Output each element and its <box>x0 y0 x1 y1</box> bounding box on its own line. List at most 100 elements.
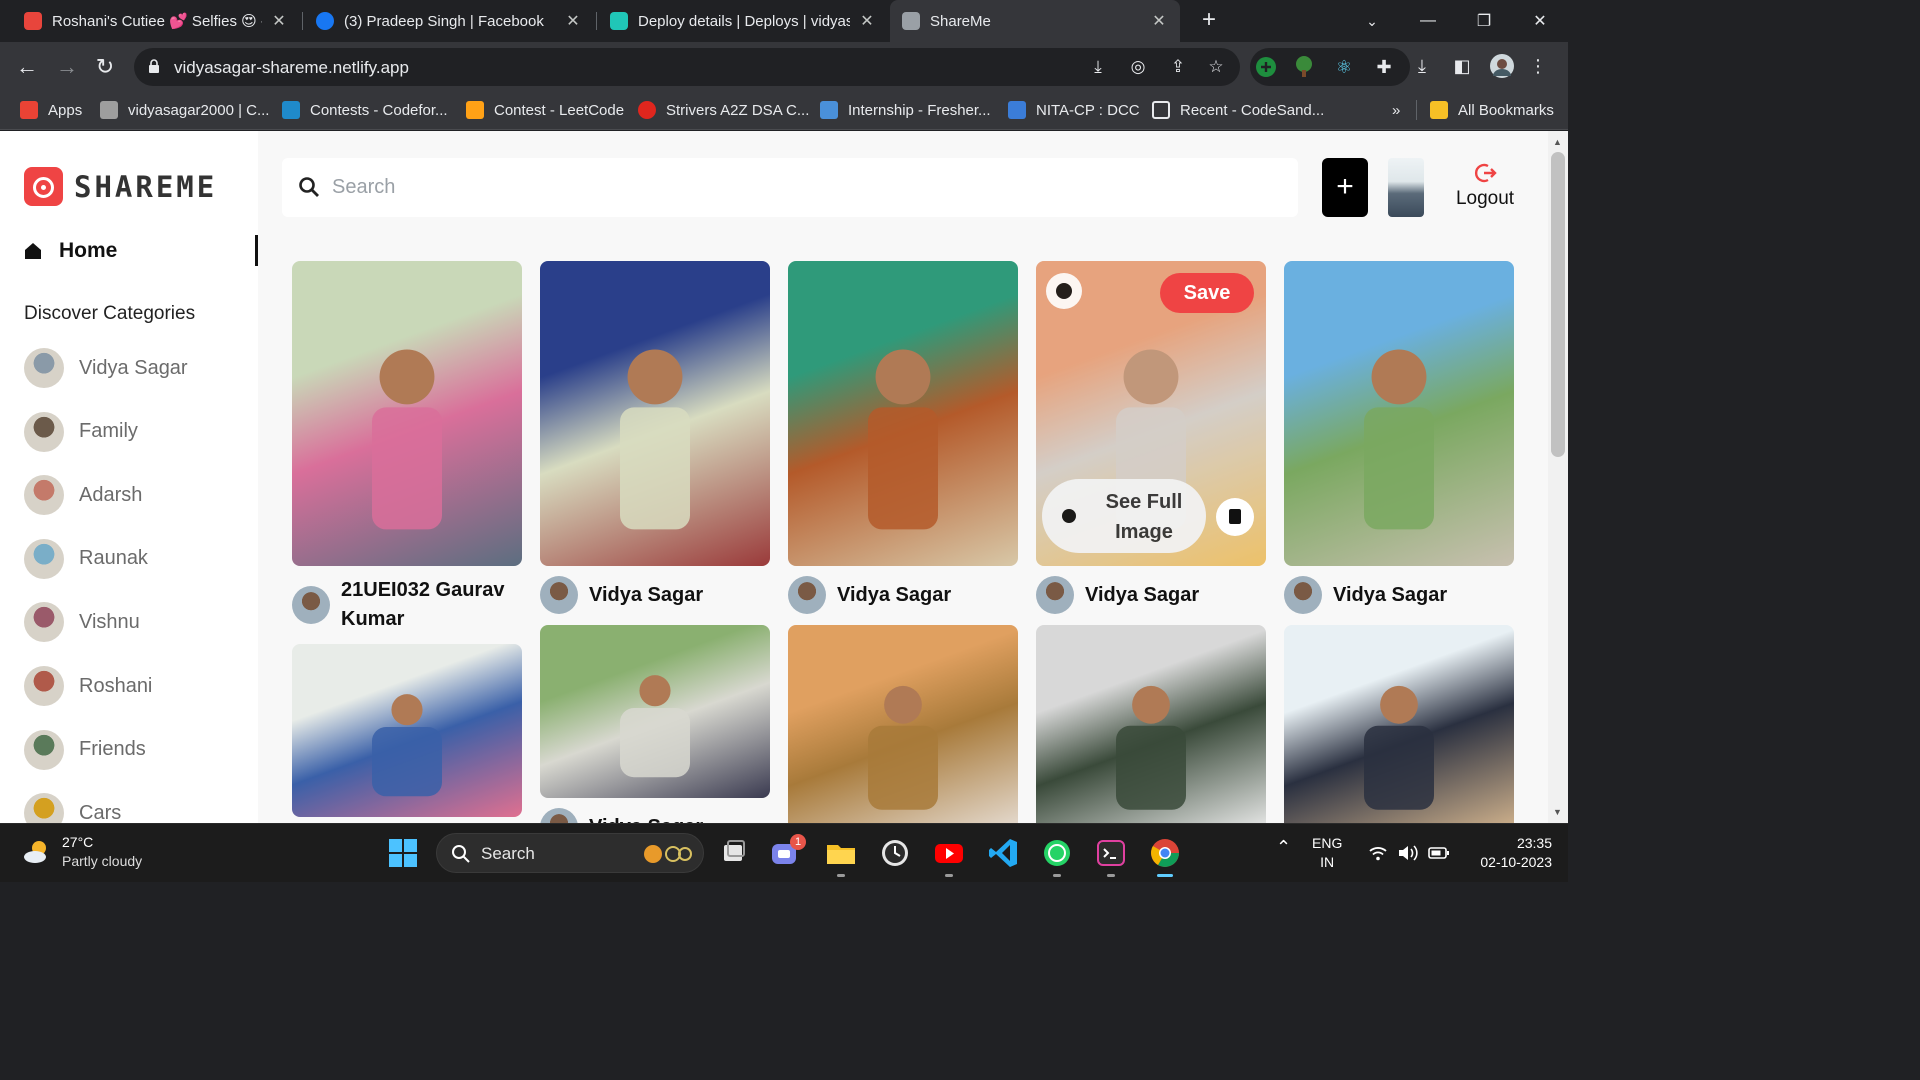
pin-author[interactable]: 21UEI032 Gaurav Kumar <box>292 576 522 634</box>
pin-card[interactable] <box>292 644 522 817</box>
scroll-down-icon[interactable]: ▼ <box>1553 807 1562 817</box>
delete-icon[interactable] <box>1216 498 1254 536</box>
pin-image[interactable] <box>540 625 770 798</box>
pin-image[interactable] <box>1284 261 1514 566</box>
download-icon[interactable] <box>1046 273 1082 309</box>
pin-card[interactable] <box>1036 625 1266 823</box>
search-bar[interactable] <box>282 158 1298 217</box>
reload-button[interactable]: ↻ <box>90 52 120 82</box>
pin-image[interactable] <box>540 261 770 566</box>
download-icon[interactable]: ⤓ <box>1410 54 1434 78</box>
react-devtools-icon[interactable]: ⚛ <box>1332 55 1356 79</box>
close-tab-icon[interactable]: ✕ <box>270 11 288 31</box>
chrome-icon[interactable] <box>1148 836 1182 870</box>
sidebar-category-item[interactable]: Adarsh <box>24 475 142 516</box>
bookmark-item[interactable]: Contest - LeetCode <box>466 92 624 128</box>
side-panel-icon[interactable]: ◧ <box>1450 54 1474 78</box>
pin-author[interactable]: Vidya Sagar <box>540 808 770 823</box>
pin-image[interactable] <box>292 644 522 817</box>
pin-image[interactable] <box>292 261 522 566</box>
clock[interactable]: 23:35 02-10-2023 <box>1462 834 1552 872</box>
close-tab-icon[interactable]: ✕ <box>564 11 582 31</box>
terminal-icon[interactable] <box>1094 836 1128 870</box>
address-bar[interactable]: vidyasagar-shareme.netlify.app ⤓ ◎ ⇪ ☆ <box>134 48 1240 86</box>
save-button[interactable]: Save <box>1160 273 1254 313</box>
chrome-menu-icon[interactable]: ⋮ <box>1526 54 1550 78</box>
sidebar-category-item[interactable]: Cars <box>24 793 121 823</box>
scroll-up-icon[interactable]: ▲ <box>1553 137 1562 147</box>
pin-card[interactable]: Vidya Sagar <box>540 625 770 823</box>
pin-image[interactable] <box>788 261 1018 566</box>
pin-image[interactable] <box>1284 625 1514 823</box>
bookmark-star-icon[interactable]: ☆ <box>1206 57 1226 77</box>
bookmark-item[interactable]: vidyasagar2000 | C... <box>100 92 269 128</box>
browser-tab[interactable]: (3) Pradeep Singh | Facebook ✕ <box>304 0 594 42</box>
back-button[interactable]: ← <box>12 52 42 82</box>
search-input[interactable] <box>332 170 1232 204</box>
create-pin-button[interactable]: + <box>1322 158 1368 217</box>
teams-chat-app[interactable]: 1 <box>768 834 806 870</box>
pin-card[interactable] <box>1284 625 1514 823</box>
bookmark-item[interactable]: Contests - Codefor... <box>282 92 448 128</box>
pin-image[interactable] <box>1036 625 1266 823</box>
whatsapp-icon[interactable] <box>1040 836 1074 870</box>
new-tab-button[interactable]: + <box>1196 8 1222 34</box>
tree-extension-icon[interactable] <box>1292 55 1316 79</box>
install-app-icon[interactable]: ⤓ <box>1088 57 1108 77</box>
sidebar-item-home[interactable]: Home <box>24 235 258 267</box>
bookmark-item[interactable]: Apps <box>20 92 82 128</box>
pin-author[interactable]: Vidya Sagar <box>788 576 1018 614</box>
bookmark-item[interactable]: Internship - Fresher... <box>820 92 991 128</box>
forward-button[interactable]: → <box>52 52 82 82</box>
close-tab-icon[interactable]: ✕ <box>858 11 876 31</box>
sidebar-category-item[interactable]: Raunak <box>24 538 148 579</box>
page-scrollbar[interactable]: ▲ ▼ <box>1548 131 1568 823</box>
battery-icon[interactable] <box>1428 845 1450 861</box>
browser-tab[interactable]: Roshani's Cutiee 💕 Selfies 😍 - ✕ <box>12 0 300 42</box>
chevron-up-icon[interactable]: ⌃ <box>1276 838 1291 857</box>
share-icon[interactable]: ⇪ <box>1168 57 1188 77</box>
shareme-logo[interactable]: SHAREME <box>24 167 217 206</box>
eye-off-icon[interactable]: ◎ <box>1128 57 1148 77</box>
extensions-puzzle-icon[interactable]: ✚ <box>1372 55 1396 79</box>
sidebar-category-item[interactable]: Roshani <box>24 666 152 706</box>
volume-icon[interactable] <box>1397 844 1419 862</box>
weather-widget[interactable]: 27°C Partly cloudy <box>22 834 142 869</box>
clock-app-icon[interactable] <box>878 836 912 870</box>
scrollbar-thumb[interactable] <box>1551 152 1565 457</box>
close-tab-icon[interactable]: ✕ <box>1150 11 1168 31</box>
tab-search-icon[interactable]: ⌄ <box>1344 0 1400 42</box>
pin-author[interactable]: Vidya Sagar <box>540 576 770 614</box>
language-indicator[interactable]: ENG IN <box>1312 834 1342 872</box>
windows-start-icon[interactable] <box>386 836 420 870</box>
youtube-icon[interactable] <box>932 836 966 870</box>
profile-avatar[interactable] <box>1490 54 1514 78</box>
file-explorer-icon[interactable] <box>824 836 858 870</box>
sidebar-category-item[interactable]: Friends <box>24 729 146 770</box>
logout-button[interactable]: Logout <box>1452 161 1518 217</box>
pin-author[interactable]: Vidya Sagar <box>1284 576 1514 614</box>
see-full-image-link[interactable]: See Full Image <box>1042 479 1206 553</box>
bookmark-item[interactable]: Strivers A2Z DSA C... <box>638 92 809 128</box>
vscode-icon[interactable] <box>986 836 1020 870</box>
taskbar-search[interactable]: Search <box>436 833 704 873</box>
task-view-icon[interactable] <box>716 836 750 870</box>
user-avatar[interactable] <box>1388 158 1424 217</box>
browser-tab[interactable]: Deploy details | Deploys | vidyas ✕ <box>598 0 888 42</box>
wifi-icon[interactable] <box>1368 844 1388 862</box>
minimize-button[interactable]: — <box>1400 0 1456 42</box>
all-bookmarks-button[interactable]: All Bookmarks <box>1430 92 1554 128</box>
bookmark-item[interactable]: NITA-CP : DCC <box>1008 92 1140 128</box>
pin-card[interactable]: 21UEI032 Gaurav Kumar <box>292 261 522 634</box>
pin-image[interactable] <box>788 625 1018 823</box>
pin-card[interactable]: Save See Full Image Vidya Sagar <box>1036 261 1266 614</box>
sidebar-category-item[interactable]: Vishnu <box>24 602 140 643</box>
extension-plus-icon[interactable] <box>1254 55 1278 79</box>
bookmarks-overflow-button[interactable]: » <box>1392 92 1400 128</box>
pin-card[interactable]: Vidya Sagar <box>1284 261 1514 614</box>
pin-image[interactable]: Save See Full Image <box>1036 261 1266 566</box>
pin-card[interactable] <box>788 625 1018 823</box>
bookmark-item[interactable]: Recent - CodeSand... <box>1152 92 1324 128</box>
sidebar-category-item[interactable]: Family <box>24 411 138 452</box>
pin-author[interactable]: Vidya Sagar <box>1036 576 1266 614</box>
